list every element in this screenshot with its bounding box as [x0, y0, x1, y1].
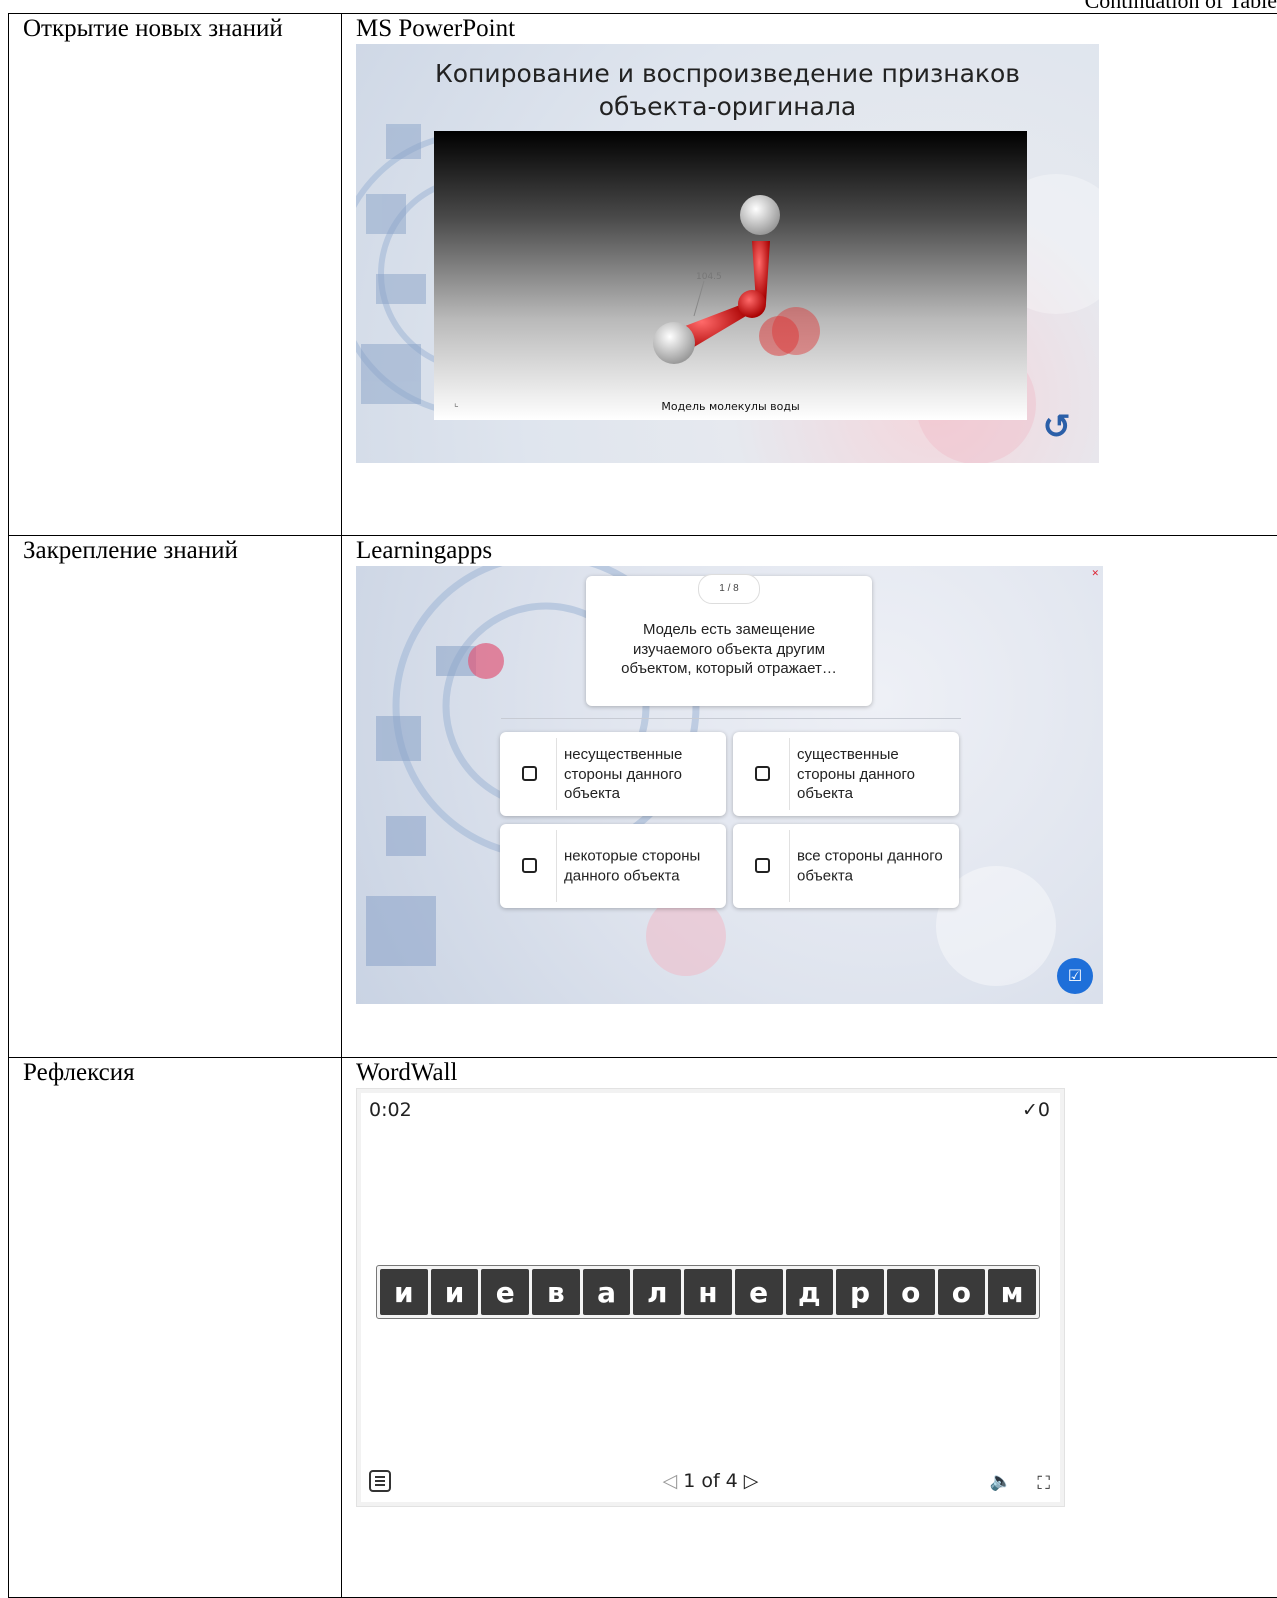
letter-tile[interactable]: д: [786, 1269, 834, 1315]
learningapps-quiz: ✕ 1 / 8 Модель есть замещение изучаемого…: [356, 566, 1103, 1004]
page-indicator: 1 of 4: [683, 1470, 738, 1492]
checkbox-icon[interactable]: [755, 858, 770, 873]
tool-cell: WordWall 0:02 ✓0 и и е в а л н е д р о о: [342, 1058, 1277, 1598]
letter-tile[interactable]: е: [481, 1269, 529, 1315]
powerpoint-slide: Копирование и воспроизведение признаков …: [356, 44, 1099, 463]
stage-cell: Открытие новых знаний: [9, 14, 342, 536]
lone-pair: [759, 316, 799, 356]
hydrogen-atom: [740, 195, 780, 235]
lesson-table: Открытие новых знаний MS PowerPoint: [8, 13, 1277, 1598]
slide-title-line2: объекта-оригинала: [599, 92, 857, 121]
slide-title-rest: признаков: [874, 59, 1021, 88]
letter-tile[interactable]: а: [583, 1269, 631, 1315]
option-text: существенные стороны данного объекта: [797, 745, 953, 804]
letter-tile[interactable]: м: [988, 1269, 1036, 1315]
fullscreen-icon[interactable]: ✕: [1091, 570, 1099, 579]
slide-title: Копирование и воспроизведение признаков …: [356, 58, 1099, 123]
sound-icon[interactable]: 🔈: [990, 1473, 1012, 1492]
question-card: 1 / 8 Модель есть замещение изучаемого о…: [586, 576, 872, 706]
fullscreen-icon[interactable]: ⛶: [1037, 1475, 1050, 1494]
prev-icon[interactable]: ◁: [663, 1470, 678, 1492]
pagination: ◁1 of 4 ▷: [357, 1472, 1064, 1492]
table-row: Рефлексия WordWall 0:02 ✓0 и и е в а л н…: [9, 1058, 1277, 1598]
checkbox-icon[interactable]: [522, 858, 537, 873]
hydrogen-atom: [653, 322, 695, 364]
slide-caption: Модель молекулы воды: [434, 401, 1027, 413]
stage-cell: Закрепление знаний: [9, 536, 342, 1058]
letter-tile[interactable]: о: [887, 1269, 935, 1315]
letter-tile[interactable]: е: [735, 1269, 783, 1315]
answer-option[interactable]: существенные стороны данного объекта: [733, 732, 959, 816]
checkbox-icon[interactable]: [755, 766, 770, 781]
letter-tile[interactable]: в: [532, 1269, 580, 1315]
tool-label: MS PowerPoint: [356, 16, 1277, 42]
table-row: Закрепление знаний Learningapps ✕: [9, 536, 1277, 1058]
divider: [556, 738, 557, 810]
check-answer-button[interactable]: ☑: [1057, 958, 1093, 994]
water-molecule-model: 104.5 ⌞: [434, 131, 1027, 420]
checkbox-icon[interactable]: [522, 766, 537, 781]
question-text: Модель есть замещение изучаемого объекта…: [604, 620, 854, 679]
letter-tile[interactable]: р: [836, 1269, 884, 1315]
tool-cell: Learningapps ✕ 1 / 8 М: [342, 536, 1277, 1058]
divider: [789, 830, 790, 902]
slide-title-bold: Копирование и воспроизведение: [435, 59, 874, 88]
option-text: несущественные стороны данного объекта: [564, 745, 720, 804]
table-row: Открытие новых знаний MS PowerPoint: [9, 14, 1277, 536]
divider: [789, 738, 790, 810]
answer-option[interactable]: несущественные стороны данного объекта: [500, 732, 726, 816]
score: ✓0: [1022, 1101, 1050, 1121]
answer-option[interactable]: некоторые стороны данного объекта: [500, 824, 726, 908]
option-text: некоторые стороны данного объекта: [564, 847, 720, 886]
angle-line: [694, 281, 704, 316]
oxygen-atom: [738, 290, 766, 318]
question-counter: 1 / 8: [698, 574, 760, 604]
letter-tile[interactable]: и: [380, 1269, 428, 1315]
tool-cell: MS PowerPoint Копирование и воспроизве: [342, 14, 1277, 536]
stage-text: Рефлексия: [23, 1060, 335, 1086]
divider: [501, 718, 961, 719]
stage-text: Открытие новых знаний: [23, 16, 335, 42]
continuation-label: Continuation of Table: [1085, 0, 1277, 14]
letter-tile[interactable]: о: [938, 1269, 986, 1315]
check-icon: ☑: [1068, 966, 1082, 985]
next-icon[interactable]: ▷: [744, 1470, 759, 1492]
option-text: все стороны данного объекта: [797, 847, 953, 886]
letter-tile[interactable]: н: [684, 1269, 732, 1315]
stage-text: Закрепление знаний: [23, 538, 335, 564]
stage-cell: Рефлексия: [9, 1058, 342, 1598]
timer: 0:02: [369, 1101, 412, 1121]
divider: [556, 830, 557, 902]
tool-label: WordWall: [356, 1060, 1277, 1086]
answer-option[interactable]: все стороны данного объекта: [733, 824, 959, 908]
return-arrow-icon[interactable]: ↺: [1043, 410, 1072, 446]
wordwall-game: 0:02 ✓0 и и е в а л н е д р о о м: [356, 1088, 1065, 1507]
molecule-viewport: 104.5 ⌞ Модель молекулы воды: [434, 131, 1027, 420]
tool-label: Learningapps: [356, 538, 1277, 564]
letter-tile[interactable]: и: [431, 1269, 479, 1315]
letter-tile[interactable]: л: [633, 1269, 681, 1315]
letter-tiles: и и е в а л н е д р о о м: [376, 1265, 1040, 1319]
bond-angle-label: 104.5: [696, 272, 722, 282]
